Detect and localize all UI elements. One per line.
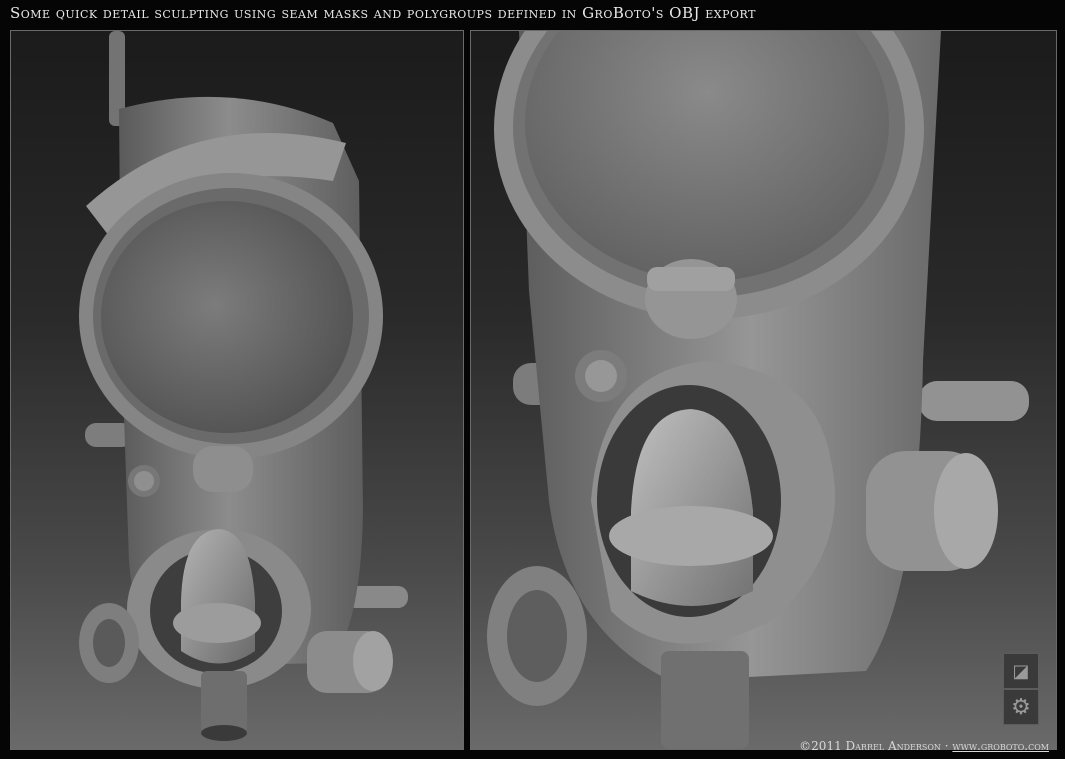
copyright-text: ©2011 Darrel Anderson (799, 739, 941, 753)
bullet-core (181, 529, 255, 664)
credit-separator: · (940, 739, 953, 753)
render-panel-left (10, 30, 464, 750)
copyright-credit: ©2011 Darrel Anderson · www.groboto.com (799, 739, 1049, 753)
bullet-band (173, 603, 261, 643)
groboto-logo-icon: ◪ (1003, 653, 1039, 689)
lower-tube (661, 651, 749, 749)
lower-tube (201, 671, 247, 733)
website-link[interactable]: www.groboto.com (952, 739, 1049, 753)
gear-icon: ⚙ (1003, 689, 1039, 725)
side-peg-right (919, 381, 1029, 421)
sculpted-device-render-left (79, 31, 408, 741)
sculpted-device-render-right (487, 31, 1029, 749)
bullet-band (609, 506, 773, 566)
screen-clasp (193, 446, 253, 492)
screen (101, 201, 353, 433)
render-panel-right: ◪ ⚙ (470, 30, 1057, 750)
caption-title: Some quick detail sculpting using seam m… (10, 4, 756, 22)
